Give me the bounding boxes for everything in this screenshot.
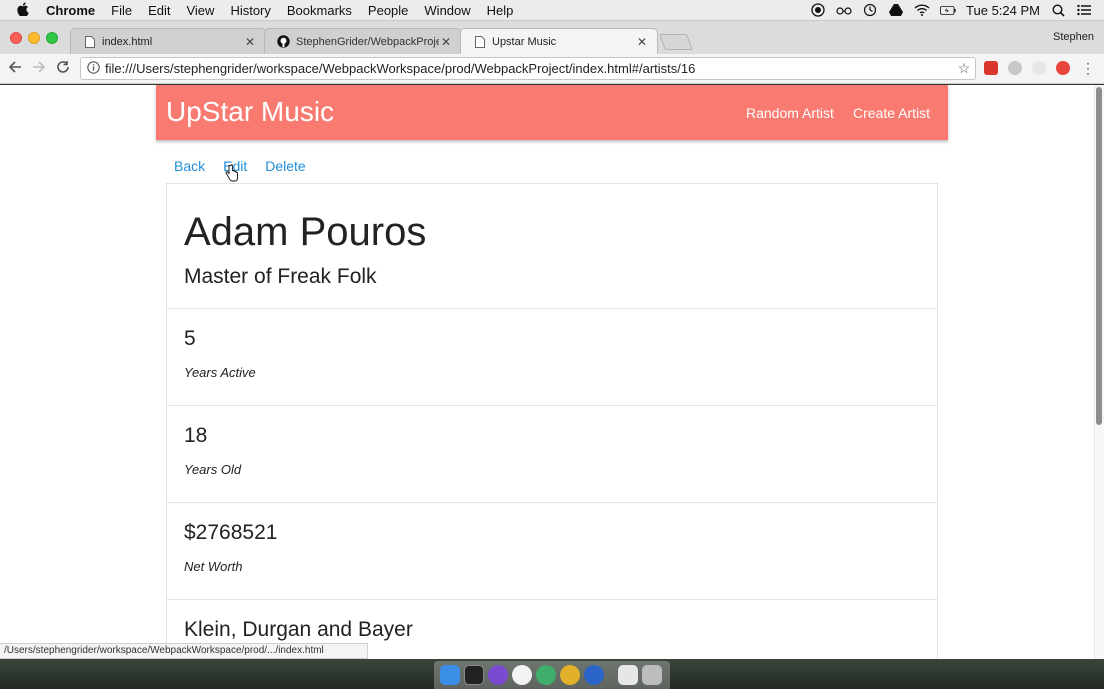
profile-name[interactable]: Stephen — [1053, 31, 1094, 43]
menu-bookmarks[interactable]: Bookmarks — [279, 3, 360, 18]
chrome-menu-icon[interactable]: ⋮ — [1080, 60, 1096, 76]
new-tab-button[interactable] — [659, 34, 693, 50]
spotlight-search-icon[interactable] — [1050, 3, 1066, 17]
tab-title: index.html — [102, 35, 153, 48]
notification-center-icon[interactable] — [1076, 3, 1092, 17]
menu-people[interactable]: People — [360, 3, 416, 18]
page-icon — [83, 35, 96, 48]
atom-icon[interactable] — [536, 665, 556, 685]
finder-icon[interactable] — [440, 665, 460, 685]
stat-value: 5 — [184, 327, 196, 350]
smiley-icon[interactable] — [512, 665, 532, 685]
tab-github[interactable]: StephenGrider/WebpackProjec ✕ — [264, 28, 462, 54]
tab-close-icon[interactable]: ✕ — [243, 35, 257, 49]
stat-years-old: 18 Years Old — [167, 406, 937, 503]
menu-edit[interactable]: Edit — [140, 3, 178, 18]
back-arrow-icon[interactable] — [7, 60, 23, 76]
artist-detail-card: Adam Pouros Master of Freak Folk 5 Years… — [166, 183, 938, 659]
artist-actions: Back Edit Delete — [174, 158, 306, 174]
tab-title: StephenGrider/WebpackProjec — [296, 35, 439, 48]
extension-opera-icon[interactable] — [1056, 61, 1070, 75]
page-scrollbar[interactable] — [1094, 85, 1104, 659]
documents-icon[interactable] — [618, 665, 638, 685]
chrome-icon[interactable] — [560, 665, 580, 685]
wifi-icon[interactable] — [914, 3, 930, 17]
extension-ghost-icon[interactable] — [1032, 61, 1046, 75]
menu-file[interactable]: File — [103, 3, 140, 18]
record-icon[interactable] — [810, 3, 826, 17]
url-text[interactable]: file:///Users/stephengrider/workspace/We… — [105, 61, 953, 76]
tab-close-icon[interactable]: ✕ — [635, 35, 649, 49]
forward-arrow-icon[interactable] — [31, 60, 47, 76]
stat-label: Years Active — [184, 365, 256, 380]
delete-link[interactable]: Delete — [265, 158, 305, 174]
link-status-bar: /Users/stephengrider/workspace/WebpackWo… — [0, 643, 368, 659]
menu-bar: Chrome File Edit View History Bookmarks … — [0, 0, 1104, 21]
tab-title: Upstar Music — [492, 36, 557, 48]
tab-upstar-music[interactable]: Upstar Music ✕ — [460, 28, 658, 55]
quill-icon[interactable] — [488, 665, 508, 685]
hand-cursor-icon — [225, 164, 238, 182]
app-brand[interactable]: UpStar Music — [166, 96, 334, 128]
trash-icon[interactable] — [642, 665, 662, 685]
menu-history[interactable]: History — [222, 3, 278, 18]
window-close-button[interactable] — [10, 32, 22, 44]
bookmark-star-icon[interactable]: ☆ — [953, 60, 975, 77]
menu-view[interactable]: View — [178, 3, 222, 18]
stat-label: Net Worth — [184, 559, 243, 574]
artist-name: Adam Pouros — [184, 210, 427, 254]
stat-label: Years Old — [184, 462, 242, 477]
stat-net-worth: $2768521 Net Worth — [167, 503, 937, 600]
scrollbar-thumb[interactable] — [1096, 87, 1102, 425]
address-bar[interactable]: file:///Users/stephengrider/workspace/We… — [80, 57, 976, 80]
menu-help[interactable]: Help — [479, 3, 522, 18]
stat-years-active: 5 Years Active — [167, 309, 937, 406]
random-artist-link[interactable]: Random Artist — [746, 105, 834, 121]
tab-index-html[interactable]: index.html ✕ — [70, 28, 266, 54]
terminal-icon[interactable] — [464, 665, 484, 685]
drive-icon[interactable] — [888, 3, 904, 17]
browser-tab-strip: index.html ✕ StephenGrider/WebpackProjec… — [0, 21, 1104, 55]
page-icon — [473, 36, 486, 49]
extension-cloud-icon[interactable] — [1008, 61, 1022, 75]
window-zoom-button[interactable] — [46, 32, 58, 44]
timer-icon[interactable] — [862, 3, 878, 17]
create-artist-link[interactable]: Create Artist — [853, 105, 930, 121]
battery-icon[interactable] — [940, 3, 956, 17]
menu-window[interactable]: Window — [416, 3, 478, 18]
info-icon[interactable] — [81, 60, 105, 77]
artist-title: Master of Freak Folk — [184, 265, 377, 288]
back-link[interactable]: Back — [174, 158, 205, 174]
reload-icon[interactable] — [55, 60, 71, 76]
app-navbar: UpStar Music Random Artist Create Artist — [156, 85, 948, 140]
stat-value: $2768521 — [184, 521, 278, 544]
apple-icon[interactable] — [0, 1, 46, 19]
tab-close-icon[interactable]: ✕ — [439, 35, 453, 49]
github-icon — [277, 35, 290, 48]
menubar-clock[interactable]: Tue 5:24 PM — [966, 3, 1040, 18]
glasses-icon[interactable] — [836, 3, 852, 17]
window-minimize-button[interactable] — [28, 32, 40, 44]
stat-value: Klein, Durgan and Bayer — [184, 618, 413, 641]
quicktime-icon[interactable] — [584, 665, 604, 685]
stat-value: 18 — [184, 424, 208, 447]
menu-chrome[interactable]: Chrome — [46, 3, 103, 18]
extension-lastpass-icon[interactable] — [984, 61, 998, 75]
artist-header: Adam Pouros Master of Freak Folk — [167, 184, 937, 309]
page-viewport: UpStar Music Random Artist Create Artist… — [0, 85, 1104, 659]
browser-toolbar: file:///Users/stephengrider/workspace/We… — [0, 54, 1104, 84]
